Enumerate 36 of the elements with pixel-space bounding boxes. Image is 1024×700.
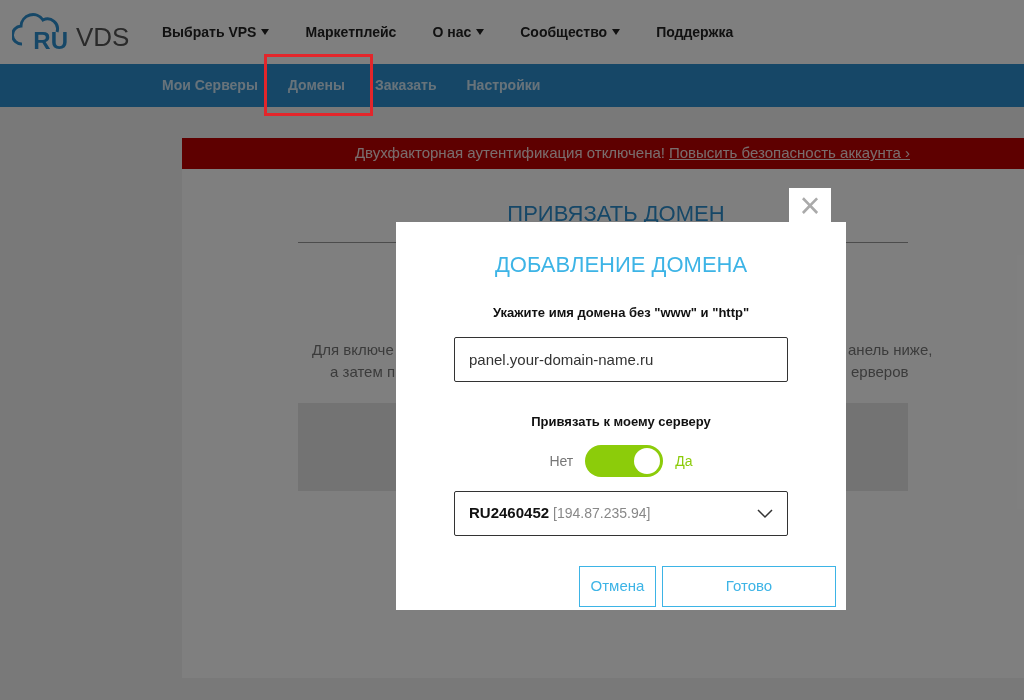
- nav-link[interactable]: О нас: [432, 21, 485, 43]
- paragraph-fragment: а затем п: [329, 362, 396, 382]
- security-link[interactable]: Повысить безопасность аккаунта ›: [669, 142, 910, 165]
- paragraph-fragment: Для включе: [312, 340, 394, 360]
- toggle-on-label: Да: [675, 451, 693, 471]
- domain-input-field[interactable]: panel.your-domain-name.ru: [454, 336, 788, 382]
- server-select[interactable]: RU2460452 [194.87.235.94]: [454, 491, 788, 536]
- subnav-tab[interactable]: Заказать: [374, 75, 437, 95]
- logo[interactable]: RU: [12, 10, 68, 54]
- paragraph-fragment: ерверов: [850, 362, 909, 382]
- paragraph-fragment: анель ниже,: [848, 340, 933, 360]
- caret-down-icon: [476, 29, 485, 35]
- nav-link[interactable]: Поддержка: [656, 21, 734, 43]
- subnav-tab[interactable]: Мои Серверы: [162, 75, 258, 95]
- nav-link[interactable]: Сообщество: [520, 21, 621, 43]
- nav-link[interactable]: Маркетплейс: [305, 21, 397, 43]
- toggle-switch[interactable]: [585, 445, 664, 477]
- banner-message: Двухфакторная аутентификация отключена!: [354, 143, 665, 164]
- domain-label: Укажите имя домена без "www" и "http": [492, 304, 750, 322]
- bind-label: Привязать к моему серверу: [531, 412, 711, 431]
- server-id: RU2460452: [469, 503, 550, 524]
- page-title: ПРИВЯЗАТЬ ДОМЕН: [506, 200, 725, 228]
- caret-down-icon: [612, 29, 621, 35]
- toggle-knob: [634, 448, 661, 474]
- caret-down-icon: [261, 29, 270, 35]
- toggle-off-label: Нет: [549, 451, 574, 471]
- done-button[interactable]: Готово: [662, 566, 836, 607]
- nav-link[interactable]: Выбрать VPS: [162, 21, 270, 43]
- server-ip: [194.87.235.94]: [553, 504, 651, 523]
- close-button[interactable]: ×: [789, 188, 831, 223]
- logo-text: VDS: [76, 20, 130, 54]
- cancel-button[interactable]: Отмена: [579, 566, 656, 607]
- subnav-tab[interactable]: Настройки: [466, 75, 541, 95]
- dialog-title: ДОБАВЛЕНИЕ ДОМЕНА: [494, 251, 748, 279]
- chevron-down-icon: [757, 508, 773, 519]
- subnav-tab[interactable]: Домены: [287, 75, 345, 95]
